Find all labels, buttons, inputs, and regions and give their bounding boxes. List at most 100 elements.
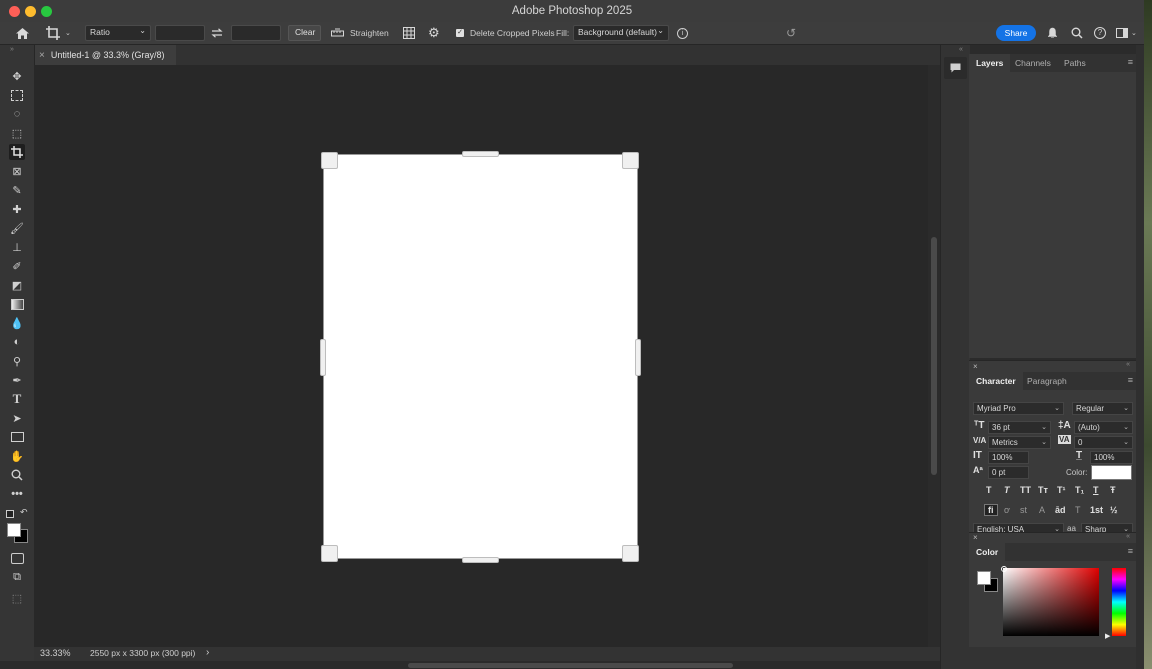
default-colors-icon[interactable]: [6, 510, 14, 518]
frame-tool-icon[interactable]: ⊠: [9, 163, 25, 179]
search-button[interactable]: [1071, 22, 1083, 44]
kerning-dropdown[interactable]: Metrics ⌄: [988, 436, 1051, 449]
leading-input[interactable]: (Auto) ⌄: [1074, 421, 1133, 434]
status-menu-arrow[interactable]: ›: [206, 647, 209, 658]
hue-slider[interactable]: [1112, 568, 1126, 636]
contextual-alternates-button[interactable]: ơ: [1004, 505, 1010, 515]
more-tools-icon[interactable]: •••: [9, 486, 25, 502]
titling-alternates-button[interactable]: T: [1075, 505, 1081, 515]
horizontal-scale-input[interactable]: 100%: [1090, 451, 1133, 464]
vertical-scroll-thumb[interactable]: [931, 237, 937, 475]
workspace-button[interactable]: ⌄: [1116, 22, 1137, 44]
crop-handle-top[interactable]: [462, 151, 499, 157]
reset-crop-button[interactable]: ↺: [786, 22, 796, 44]
ratio-width-input[interactable]: [155, 25, 205, 41]
gradient-tool-icon[interactable]: [9, 296, 25, 312]
zoom-level[interactable]: 33.33%: [40, 648, 71, 658]
crop-handle-bottom-left[interactable]: [321, 545, 338, 562]
close-panel-icon[interactable]: ×: [973, 533, 978, 542]
quick-mask-icon[interactable]: [9, 550, 25, 566]
crop-handle-left[interactable]: [320, 339, 326, 376]
tab-paths[interactable]: Paths: [1064, 54, 1086, 72]
font-style-dropdown[interactable]: Regular ⌄: [1072, 402, 1133, 415]
text-color-swatch[interactable]: [1091, 465, 1132, 480]
overlay-grid-button[interactable]: [403, 22, 415, 44]
lasso-tool-icon[interactable]: ◌: [9, 106, 25, 122]
tab-color[interactable]: Color: [969, 543, 1006, 561]
document-canvas[interactable]: [323, 154, 638, 559]
type-tool-icon[interactable]: T: [9, 391, 25, 407]
path-selection-tool-icon[interactable]: ➤: [9, 410, 25, 426]
delete-cropped-checkbox[interactable]: ✓ Delete Cropped Pixels: [456, 22, 555, 44]
brush-tool-icon[interactable]: 🖌: [9, 220, 25, 236]
tab-character[interactable]: Character: [969, 372, 1023, 390]
color-foreground-swatch[interactable]: [977, 571, 991, 585]
close-tab-icon[interactable]: ×: [39, 50, 45, 61]
foreground-color-swatch[interactable]: [7, 523, 21, 537]
edit-toolbar-icon[interactable]: ⬚: [9, 590, 25, 606]
healing-brush-tool-icon[interactable]: ✚: [9, 201, 25, 217]
swash-button[interactable]: A: [1039, 505, 1045, 515]
object-selection-tool-icon[interactable]: ⬚: [9, 125, 25, 141]
ordinals-button[interactable]: 1st: [1090, 505, 1103, 515]
superscript-button[interactable]: T¹: [1057, 485, 1066, 495]
share-button[interactable]: Share: [996, 25, 1036, 41]
faux-italic-button[interactable]: T: [1004, 485, 1010, 495]
baseline-shift-input[interactable]: 0 pt: [988, 466, 1029, 479]
collapse-panel-icon[interactable]: «: [1126, 361, 1130, 368]
small-caps-button[interactable]: Tт: [1038, 485, 1048, 495]
history-brush-tool-icon[interactable]: ✐: [9, 258, 25, 274]
all-caps-button[interactable]: TT: [1020, 485, 1031, 495]
collapse-panel-icon[interactable]: «: [1126, 533, 1130, 540]
color-picker-field[interactable]: [1003, 568, 1099, 636]
dodge-tool-icon[interactable]: ◐: [9, 334, 25, 350]
ligatures-button[interactable]: fi: [984, 504, 998, 516]
crop-settings-button[interactable]: ⚙: [428, 22, 440, 44]
tab-channels[interactable]: Channels: [1015, 54, 1051, 72]
tab-layers[interactable]: Layers: [969, 54, 1011, 72]
tracking-input[interactable]: 0 ⌄: [1074, 436, 1133, 449]
rectangle-tool-icon[interactable]: [9, 429, 25, 445]
zoom-tool-icon[interactable]: [9, 467, 25, 483]
crop-tool-icon[interactable]: [9, 144, 25, 160]
vertical-scale-input[interactable]: 100%: [988, 451, 1029, 464]
panel-menu-icon[interactable]: ≡: [1128, 57, 1133, 67]
notifications-button[interactable]: [1047, 22, 1058, 44]
help-button[interactable]: ?: [1094, 22, 1106, 44]
fill-dropdown[interactable]: Background (default) ⌄: [573, 25, 669, 41]
underline-button[interactable]: T: [1093, 485, 1099, 495]
panel-menu-icon[interactable]: ≡: [1128, 375, 1133, 385]
font-family-dropdown[interactable]: Myriad Pro ⌄: [973, 402, 1064, 415]
discretionary-ligatures-button[interactable]: st: [1020, 505, 1027, 515]
close-panel-icon[interactable]: ×: [973, 362, 978, 371]
eyedropper-tool-icon[interactable]: ✎: [9, 182, 25, 198]
fill-info-button[interactable]: i: [677, 22, 688, 44]
horizontal-scrollbar[interactable]: [0, 661, 940, 669]
panel-collapse-icon[interactable]: »: [10, 46, 14, 53]
crop-handle-top-right[interactable]: [622, 152, 639, 169]
crop-handle-bottom[interactable]: [462, 557, 499, 563]
crop-frame[interactable]: [323, 154, 638, 559]
clone-stamp-tool-icon[interactable]: ⊥: [9, 239, 25, 255]
strikethrough-button[interactable]: Ŧ: [1110, 485, 1116, 495]
panel-menu-icon[interactable]: ≡: [1128, 546, 1133, 556]
crop-tool-preset-button[interactable]: ⌄: [46, 22, 71, 44]
swap-colors-icon[interactable]: ↶: [20, 507, 28, 518]
move-tool-icon[interactable]: ✥: [9, 68, 25, 84]
ratio-dropdown[interactable]: Ratio ⌄: [85, 25, 151, 41]
faux-bold-button[interactable]: T: [986, 485, 992, 495]
vertical-scrollbar[interactable]: [928, 65, 940, 647]
font-size-input[interactable]: 36 pt ⌄: [988, 421, 1051, 434]
document-tab[interactable]: × Untitled-1 @ 33.3% (Gray/8): [34, 45, 176, 65]
crop-handle-right[interactable]: [635, 339, 641, 376]
dodge-lollipop-icon[interactable]: ⚲: [9, 353, 25, 369]
screen-mode-icon[interactable]: ⧉: [9, 569, 25, 585]
marquee-tool-icon[interactable]: [9, 87, 25, 103]
swap-ratio-button[interactable]: [211, 22, 223, 44]
comments-panel-button[interactable]: [944, 57, 967, 79]
pen-tool-icon[interactable]: ✒: [9, 372, 25, 388]
hue-slider-marker[interactable]: ▶: [1105, 632, 1110, 640]
eraser-tool-icon[interactable]: ◩: [9, 277, 25, 293]
home-button[interactable]: [15, 22, 30, 44]
horizontal-scroll-thumb[interactable]: [408, 663, 733, 668]
